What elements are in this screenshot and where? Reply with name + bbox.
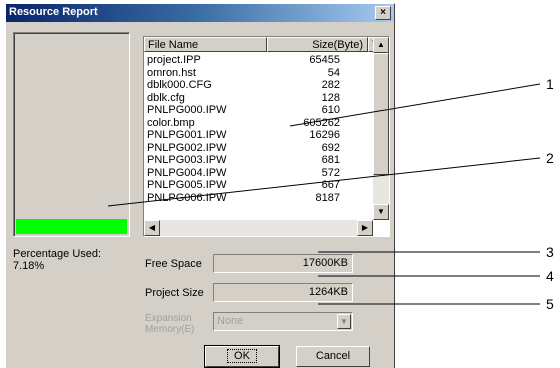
callout-1: 1 bbox=[546, 76, 554, 92]
callout-2: 2 bbox=[546, 150, 554, 166]
callout-lines bbox=[107, 83, 541, 305]
callout-4: 4 bbox=[546, 268, 554, 284]
callout-line-2 bbox=[107, 157, 541, 207]
callout-5: 5 bbox=[546, 296, 554, 312]
callout-line-1 bbox=[289, 83, 541, 127]
callout-3: 3 bbox=[546, 244, 554, 260]
